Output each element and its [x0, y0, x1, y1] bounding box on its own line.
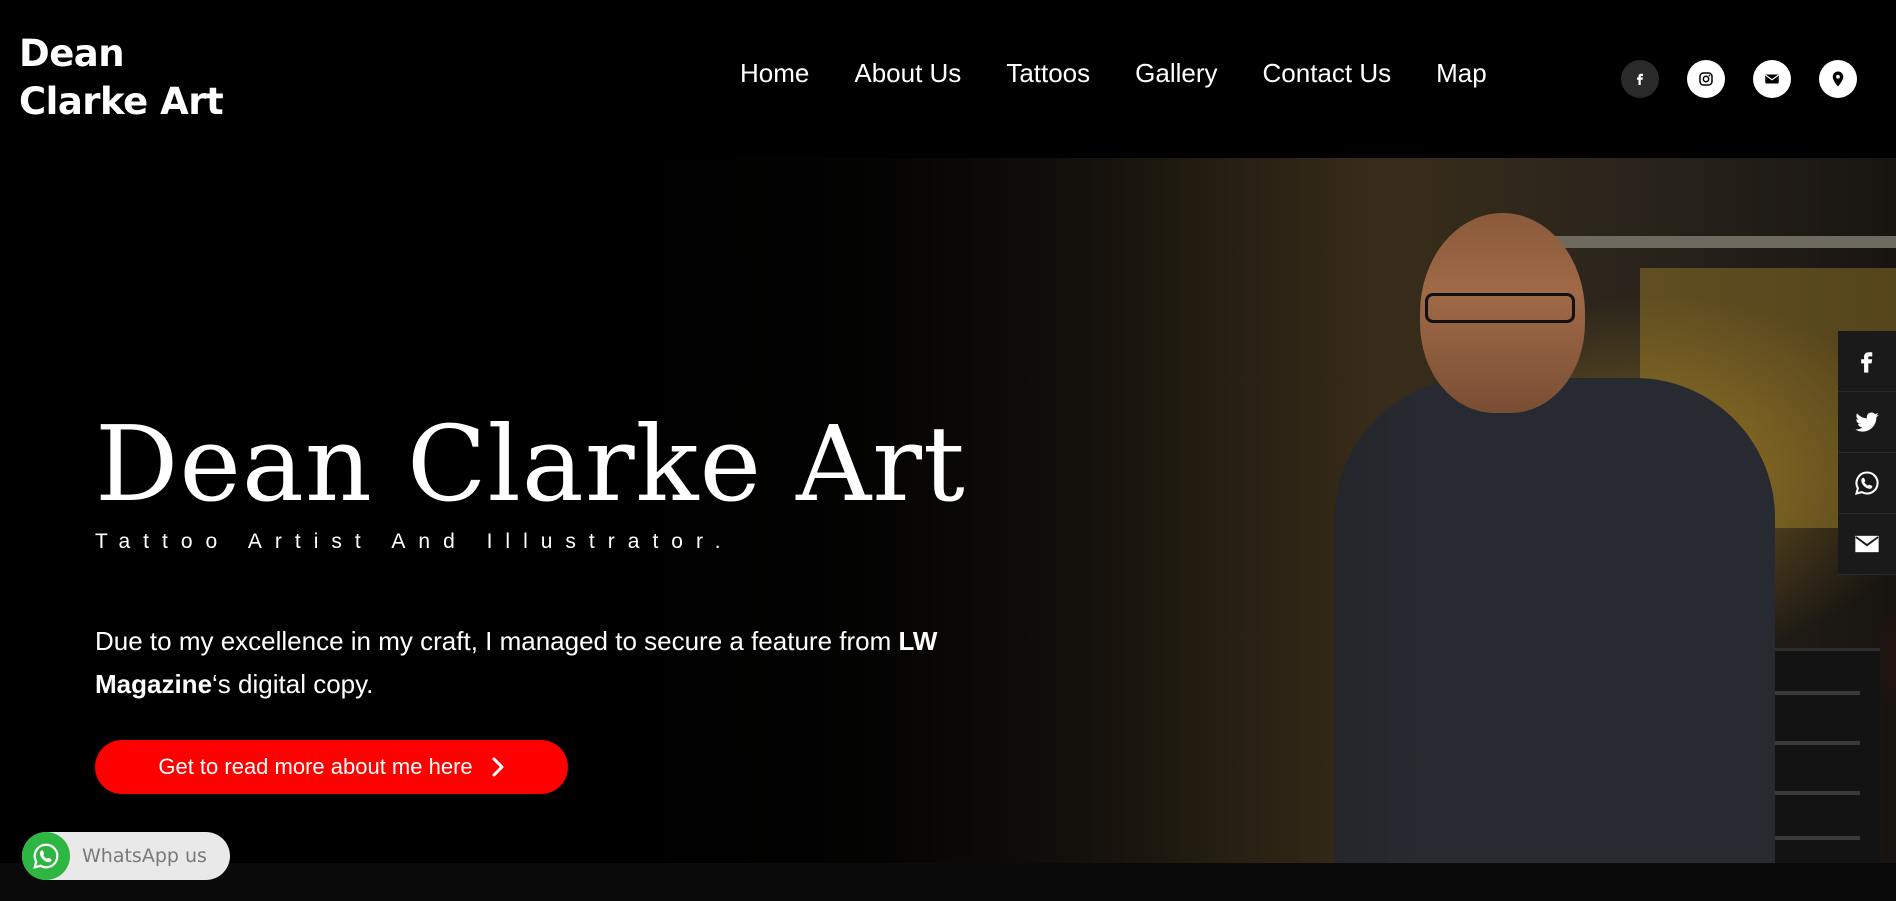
read-more-button[interactable]: Get to read more about me here: [95, 740, 568, 794]
instagram-icon[interactable]: [1687, 60, 1725, 98]
map-pin-icon[interactable]: [1819, 60, 1857, 98]
hero-subtitle: Tattoo Artist And Illustrator.: [95, 530, 734, 553]
share-email-button[interactable]: [1838, 514, 1896, 575]
share-facebook-button[interactable]: [1838, 331, 1896, 392]
nav-home[interactable]: Home: [740, 58, 809, 89]
floating-share-bar: [1838, 331, 1896, 575]
nav-tattoos[interactable]: Tattoos: [1006, 58, 1090, 89]
hero-description: Due to my excellence in my craft, I mana…: [95, 620, 945, 706]
nav-about-us[interactable]: About Us: [854, 58, 961, 89]
nav-contact-us[interactable]: Contact Us: [1263, 58, 1392, 89]
whatsapp-icon: [1855, 471, 1879, 495]
twitter-icon: [1855, 412, 1879, 432]
hero-bottom-band: [0, 863, 1896, 901]
facebook-icon: [1861, 352, 1873, 373]
site-header: Dean Clarke Art Home About Us Tattoos Ga…: [0, 0, 1896, 158]
main-nav: Home About Us Tattoos Gallery Contact Us…: [740, 58, 1532, 89]
logo-line-1: Dean: [19, 32, 125, 75]
logo-line-2: Clarke Art: [19, 80, 224, 123]
hero-title: Dean Clarke Art: [95, 403, 966, 525]
hero-description-part2: ‘s digital copy.: [212, 669, 374, 699]
chevron-right-icon: [492, 757, 504, 777]
whatsapp-label: WhatsApp us: [82, 845, 207, 867]
share-twitter-button[interactable]: [1838, 392, 1896, 453]
envelope-icon: [1855, 535, 1879, 553]
site-logo[interactable]: Dean Clarke Art: [19, 30, 259, 126]
whatsapp-icon: [22, 832, 70, 880]
page: Dean Clarke Art Home About Us Tattoos Ga…: [0, 0, 1896, 901]
nav-gallery[interactable]: Gallery: [1135, 58, 1217, 89]
facebook-icon[interactable]: [1621, 60, 1659, 98]
envelope-icon[interactable]: [1753, 60, 1791, 98]
nav-map[interactable]: Map: [1436, 58, 1487, 89]
hero-description-part1: Due to my excellence in my craft, I mana…: [95, 626, 899, 656]
whatsapp-chat-button[interactable]: WhatsApp us: [22, 832, 230, 880]
share-whatsapp-button[interactable]: [1838, 453, 1896, 514]
hero-section: Dean Clarke Art Tattoo Artist And Illust…: [0, 158, 1896, 901]
header-social-links: [1621, 60, 1857, 98]
read-more-label: Get to read more about me here: [158, 754, 473, 779]
